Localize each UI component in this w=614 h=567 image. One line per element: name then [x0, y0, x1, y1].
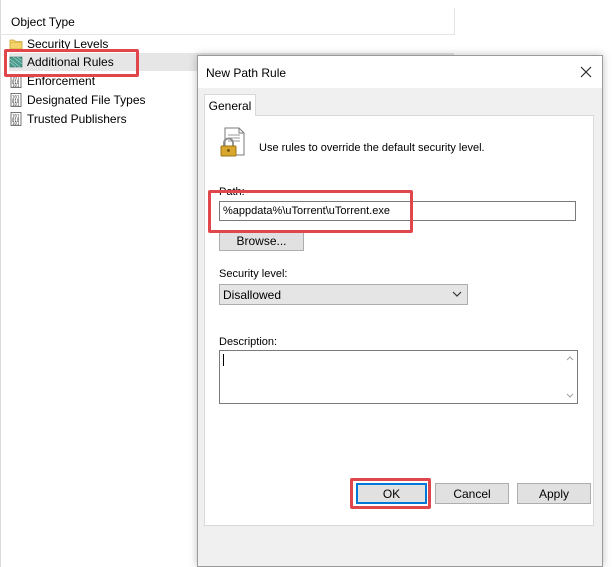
cancel-button[interactable]: Cancel — [435, 483, 509, 504]
svg-text:101: 101 — [12, 102, 20, 107]
tree-item-label: Additional Rules — [27, 55, 114, 69]
tree-item-label: Trusted Publishers — [27, 112, 127, 126]
general-tab-page: Use rules to override the default securi… — [204, 115, 594, 526]
scroll-down-arrow[interactable] — [565, 391, 574, 400]
close-icon — [580, 66, 592, 78]
tree-item-enforcement[interactable]: 101 010 101 Enforcement — [9, 72, 95, 90]
chevron-down-icon — [452, 291, 462, 297]
rules-icon — [9, 56, 23, 68]
chevron-up-icon — [566, 356, 573, 361]
ok-button[interactable]: OK — [356, 483, 427, 504]
description-textarea[interactable] — [219, 350, 578, 404]
binary-doc-icon: 101 010 101 — [10, 74, 22, 88]
tree-item-designated-file-types[interactable]: 101 010 101 Designated File Types — [9, 91, 146, 109]
path-label: Path: — [219, 186, 245, 198]
dialog-title: New Path Rule — [206, 66, 287, 80]
cancel-label: Cancel — [453, 486, 491, 501]
binary-doc-icon: 101 010 101 — [10, 112, 22, 126]
description-label: Description: — [219, 336, 278, 348]
column-title: Object Type — [11, 15, 75, 29]
tab-general[interactable]: General — [204, 94, 256, 116]
tree-item-label: Designated File Types — [27, 93, 146, 107]
binary-doc-icon: 101 010 101 — [10, 93, 22, 107]
chevron-down-icon — [566, 393, 573, 398]
browse-label: Browse... — [236, 233, 287, 248]
dialog-titlebar[interactable]: New Path Rule — [198, 56, 602, 88]
path-input[interactable] — [219, 201, 576, 221]
apply-label: Apply — [538, 486, 570, 501]
tree-item-label: Enforcement — [27, 74, 96, 88]
new-path-rule-dialog: New Path Rule General Use rules to overr… — [197, 55, 603, 567]
column-divider[interactable] — [454, 8, 455, 34]
tree-item-security-levels[interactable]: Security Levels — [9, 35, 108, 53]
close-button[interactable] — [570, 56, 602, 88]
ok-label: OK — [382, 486, 401, 501]
text-caret — [223, 354, 224, 366]
tab-label: General — [208, 98, 252, 113]
tree-item-trusted-publishers[interactable]: 101 010 101 Trusted Publishers — [9, 110, 127, 128]
security-level-label: Security level: — [219, 268, 288, 280]
svg-text:101: 101 — [12, 121, 20, 126]
security-level-select[interactable]: Disallowed — [219, 284, 468, 305]
intro-text: Use rules to override the default securi… — [259, 142, 485, 154]
security-level-value: Disallowed — [223, 287, 282, 302]
svg-text:101: 101 — [12, 83, 20, 88]
left-border — [0, 0, 1, 567]
browse-button[interactable]: Browse... — [219, 230, 304, 251]
document-lock-icon — [220, 127, 245, 157]
scroll-up-arrow[interactable] — [565, 354, 574, 363]
description-scrollbar[interactable] — [562, 351, 577, 403]
folder-icon — [9, 39, 23, 50]
tree-item-label: Security Levels — [27, 37, 109, 51]
apply-button[interactable]: Apply — [517, 483, 591, 504]
tree-column-header[interactable]: Object Type — [0, 8, 455, 35]
